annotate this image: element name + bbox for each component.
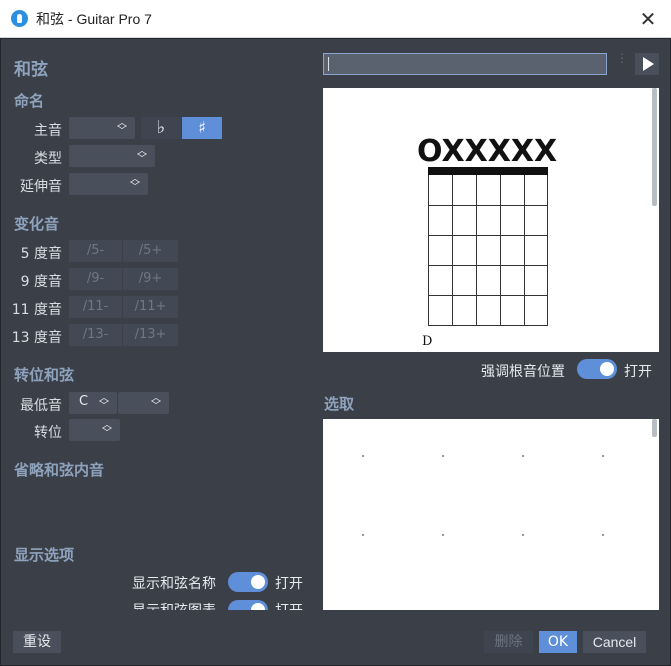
bass-label: 最低音 [20, 398, 62, 414]
inversion-select[interactable]: ︿ ﹀ [69, 419, 120, 441]
selection-heading: 选取 [324, 395, 355, 413]
alteration-5-label: 5 度音 [20, 246, 62, 262]
alteration-11-minus[interactable]: /11- [69, 296, 122, 318]
string-marks: OXXXXX [417, 137, 557, 167]
fretboard-grid [428, 167, 548, 326]
window-title: 和弦 - Guitar Pro 7 [36, 11, 152, 27]
panel-title: 和弦 [14, 60, 48, 80]
fret-label: D [422, 334, 433, 349]
emphasize-root-state: 打开 [624, 364, 652, 380]
alteration-13-label: 13 度音 [11, 330, 62, 346]
chord-thumbnail[interactable] [522, 534, 524, 536]
show-name-state: 打开 [275, 576, 303, 592]
sharp-button[interactable]: ♯ [182, 117, 222, 139]
chord-thumbnail[interactable] [442, 455, 444, 457]
alteration-11-plus[interactable]: /11+ [123, 296, 178, 318]
alteration-9-minus[interactable]: /9- [69, 268, 122, 290]
title-bar: 和弦 - Guitar Pro 7 ✕ [0, 0, 671, 38]
root-note-select[interactable]: ︿ ﹀ [69, 117, 135, 139]
alteration-13-minus[interactable]: /13- [69, 324, 122, 346]
type-label: 类型 [34, 151, 62, 167]
bass-note-select[interactable]: C ︿ ﹀ [69, 392, 117, 414]
play-button[interactable] [635, 53, 659, 75]
flat-button[interactable]: ♭ [141, 117, 181, 139]
show-name-label: 显示和弦名称 [132, 576, 216, 592]
show-name-toggle[interactable] [228, 572, 268, 592]
bass-note-value: C [79, 394, 89, 409]
updown-chevron-icon: ︿ ﹀ [151, 393, 161, 412]
drag-handle-icon[interactable]: ⋮ [616, 52, 628, 64]
cancel-button[interactable]: Cancel [583, 631, 646, 653]
chord-thumbnail[interactable] [442, 534, 444, 536]
chord-thumbnail[interactable] [362, 534, 364, 536]
play-icon [643, 57, 654, 71]
chord-selection-list[interactable] [323, 419, 659, 610]
updown-chevron-icon: ︿ ﹀ [99, 393, 109, 412]
extension-select[interactable]: ︿ ﹀ [69, 173, 148, 195]
display-options-heading: 显示选项 [14, 546, 75, 564]
extension-label: 延伸音 [20, 179, 62, 195]
show-diagram-toggle[interactable] [228, 600, 268, 610]
alteration-5-minus[interactable]: /5- [69, 240, 122, 262]
updown-chevron-icon: ︿ ﹀ [137, 146, 147, 165]
alteration-9-label: 9 度音 [20, 274, 62, 290]
emphasize-root-toggle[interactable] [577, 359, 617, 379]
updown-chevron-icon: ︿ ﹀ [102, 420, 112, 439]
close-button[interactable]: ✕ [634, 6, 662, 32]
guitar-pro-logo-icon [11, 10, 28, 27]
text-cursor [328, 57, 329, 71]
chord-thumbnail[interactable] [362, 455, 364, 457]
show-diagram-state: 打开 [275, 600, 303, 610]
muted-string-mark: X [534, 134, 558, 169]
chord-thumbnail[interactable] [602, 455, 604, 457]
alteration-13-plus[interactable]: /13+ [123, 324, 178, 346]
reset-button[interactable]: 重设 [13, 631, 61, 653]
naming-heading: 命名 [14, 92, 45, 110]
chord-diagram-panel: OXXXXX D [323, 88, 659, 352]
muted-string-mark: X [464, 134, 488, 169]
muted-string-mark: X [441, 134, 465, 169]
root-label: 主音 [34, 123, 62, 139]
chord-thumbnail[interactable] [602, 534, 604, 536]
inversion-heading: 转位和弦 [14, 366, 75, 384]
ok-button[interactable]: OK [539, 631, 577, 653]
chord-thumbnail[interactable] [522, 455, 524, 457]
alteration-9-plus[interactable]: /9+ [123, 268, 178, 290]
alteration-11-label: 11 度音 [11, 302, 62, 318]
inversion-label: 转位 [34, 425, 62, 441]
chord-type-select[interactable]: ︿ ﹀ [69, 145, 155, 167]
display-options-clip: 显示和弦图表 打开 [0, 598, 315, 610]
updown-chevron-icon: ︿ ﹀ [117, 118, 127, 137]
bass-accidental-select[interactable]: ︿ ﹀ [118, 392, 169, 414]
omit-notes-heading: 省略和弦内音 [14, 461, 105, 479]
diagram-scrollbar[interactable] [652, 88, 657, 206]
updown-chevron-icon: ︿ ﹀ [130, 174, 140, 193]
alteration-5-plus[interactable]: /5+ [123, 240, 178, 262]
selection-scrollbar[interactable] [652, 419, 657, 437]
chord-name-field[interactable] [323, 53, 607, 75]
muted-string-mark: X [510, 134, 534, 169]
show-diagram-label: 显示和弦图表 [132, 600, 216, 610]
muted-string-mark: X [487, 134, 511, 169]
emphasize-root-label: 强调根音位置 [481, 364, 565, 380]
delete-button[interactable]: 删除 [484, 631, 533, 653]
alterations-heading: 变化音 [14, 215, 60, 233]
open-string-mark: O [417, 134, 442, 169]
